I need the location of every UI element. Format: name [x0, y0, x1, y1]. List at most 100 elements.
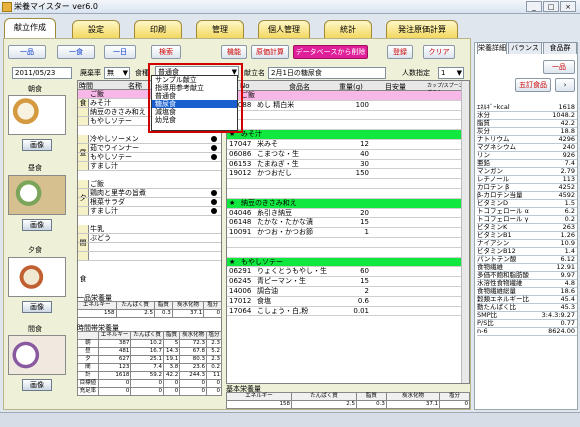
dot-icon	[211, 154, 217, 160]
meal-label-snack: 間食	[28, 325, 42, 333]
breakfast-image-button[interactable]: 画像	[22, 139, 52, 151]
table-row: 目標値 0 0 0 0 0	[77, 379, 223, 388]
people-select[interactable]: 1 ▼	[438, 67, 464, 79]
tab-food-group[interactable]: 食品群	[543, 42, 577, 54]
table-row[interactable]: 17064 こしょう・白,粉 0.01	[227, 307, 469, 317]
tab-statistics[interactable]: 統計	[324, 20, 372, 38]
basic-nutrition-table: エネルギー たんぱく質 脂質 炭水化物 塩分 158 2.5 0.3 37.1 0	[226, 392, 470, 409]
tab-settings[interactable]: 設定	[72, 20, 120, 38]
menu-name-label: 献立名	[244, 69, 265, 77]
date-field[interactable]: 2011/05/23	[12, 67, 72, 79]
nutrition-detail-table: ｴﾈﾙｷﾞｰkcal 1618 水分 1048.2 脂質 42.2 灰分 18.8 ナトリウム 4…	[477, 104, 577, 337]
title-bar: 栄養マイスター ver6.0 _ □ ×	[0, 0, 580, 14]
table-row[interactable]	[227, 120, 469, 131]
list-item[interactable]: 根菜サラダ	[78, 198, 221, 207]
table-row[interactable]	[227, 238, 469, 248]
table-row[interactable]: ★ 納豆のきさみ和え	[227, 198, 469, 209]
table-row[interactable]: 06291 りょくとうもやし・生 60	[227, 267, 469, 278]
list-item[interactable]: 茹でウインナー	[78, 144, 221, 153]
clear-button[interactable]: クリア	[423, 45, 455, 59]
list-item[interactable]: もやしソテー	[78, 153, 221, 162]
scrollbar[interactable]	[461, 81, 469, 383]
waste-label: 廃棄率	[80, 69, 101, 77]
table-row[interactable]: 10091 かつお・かつお節 1	[227, 228, 469, 238]
table-row[interactable]: ★ご飯	[227, 91, 469, 101]
table-row[interactable]: 14006 調合油 2	[227, 287, 469, 297]
food-table[interactable]: No 食品名 重量(g) 目安量 カップ/スプーン/グラム ★ご飯01088めし…	[226, 80, 470, 384]
status-bar	[0, 412, 580, 427]
table-row[interactable]: ★ みそ汁	[227, 130, 469, 140]
table-row: マグネシウム 240	[477, 143, 577, 153]
list-item[interactable]: ご飯	[78, 180, 221, 189]
table-row[interactable]: 19012 かつおだし 150	[227, 169, 469, 180]
chevron-down-icon: ▼	[122, 69, 128, 77]
list-item[interactable]: 冷やしソーメン	[78, 135, 221, 144]
function-button[interactable]: 機能	[221, 45, 247, 59]
window-title: 栄養マイスター ver6.0	[14, 2, 98, 11]
star-icon: ★	[229, 257, 236, 266]
tab-nutrition-detail[interactable]: 栄養詳細	[477, 42, 507, 54]
delete-from-db-button[interactable]: データベースから削除	[293, 45, 368, 59]
tab-menu-create[interactable]: 献立作成	[4, 18, 56, 39]
table-row[interactable]: 01088 めし 精白米 100	[227, 101, 469, 111]
list-item[interactable]: 牛乳	[78, 225, 221, 234]
table-row[interactable]	[227, 248, 469, 258]
list-item[interactable]: ぶどう	[78, 234, 221, 243]
table-row[interactable]	[227, 111, 469, 121]
snack-image-button[interactable]: 画像	[22, 379, 52, 391]
dot-icon	[211, 136, 217, 142]
people-value: 1	[441, 69, 446, 77]
table-row[interactable]	[227, 189, 469, 199]
close-button[interactable]: ×	[560, 1, 576, 12]
dinner-photo	[8, 257, 66, 297]
lunch-image-button[interactable]: 画像	[22, 219, 52, 231]
table-row[interactable]: 17012 食塩 0.6	[227, 297, 469, 307]
dot-icon	[211, 208, 217, 214]
meal-label-breakfast: 朝食	[28, 85, 42, 93]
tab-manage[interactable]: 管理	[196, 20, 244, 38]
app-icon	[2, 2, 12, 12]
table-row[interactable]: 06153 たまねぎ・生 30	[227, 160, 469, 170]
tab-order-cost[interactable]: 発注原価計算	[386, 20, 458, 38]
one-day-button[interactable]: 一日	[104, 45, 136, 59]
snack-photo	[8, 335, 66, 375]
tab-balance[interactable]: バランス	[508, 42, 542, 54]
maximize-button[interactable]: □	[543, 1, 559, 12]
waste-select[interactable]: 無 ▼	[104, 67, 130, 79]
table-row[interactable]: 06148 たかな・たかな漬 15	[227, 218, 469, 229]
time-nutrition-table: エネルギー たんぱく質 脂質 炭水化物 塩分 朝 387 10.2 5 72.3 2.3 昼 481…	[77, 331, 223, 396]
right-one-item-button[interactable]: 一品	[543, 60, 575, 74]
next-arrow-button[interactable]: ›	[555, 78, 575, 92]
dot-icon	[211, 145, 217, 151]
table-row[interactable]: 06086 こまつな・生 40	[227, 150, 469, 160]
list-item[interactable]: すまし汁	[78, 162, 221, 171]
table-row[interactable]: 06245 青ピーマン・生 15	[227, 277, 469, 287]
highlight-frame	[148, 63, 243, 133]
table-row[interactable]: ★ もやしソテー	[227, 257, 469, 268]
menu-group-lunch: 昼食 冷やしソーメン 茹でウインナー もやしソテー すまし汁	[78, 135, 221, 193]
star-icon: ★	[229, 198, 236, 207]
register-button[interactable]: 登録	[387, 45, 413, 59]
list-item[interactable]: すまし汁	[78, 207, 221, 216]
search-button[interactable]: 検索	[151, 45, 181, 59]
one-item-button[interactable]: 一品	[8, 45, 46, 59]
one-meal-button[interactable]: 一食	[57, 45, 95, 59]
dish-type-label: 食種	[135, 69, 149, 77]
food-table-header: No 食品名 重量(g) 目安量 カップ/スプーン/グラム	[227, 81, 469, 96]
meal-label-lunch: 昼食	[28, 164, 42, 172]
tab-print[interactable]: 印刷	[134, 20, 182, 38]
five-food-button[interactable]: 五訂食品	[515, 78, 551, 92]
dinner-image-button[interactable]: 画像	[22, 301, 52, 313]
table-row[interactable]: 04046 糸引き納豆 20	[227, 209, 469, 219]
table-row: リン 926	[477, 151, 577, 161]
table-row: 計 1618 59.2 42.2 244.3 11	[77, 371, 223, 380]
tab-personal[interactable]: 個人管理	[258, 20, 310, 38]
cost-calc-button[interactable]: 原価計算	[251, 45, 289, 59]
minimize-button[interactable]: _	[526, 1, 542, 12]
one-dish-nutrition-table: エネルギー たんぱく質 脂質 炭水化物 塩分 158 2.5 0.3 37.1 0	[77, 301, 222, 318]
menu-name-input[interactable]: 2月1日の糖尿食	[268, 67, 386, 79]
table-row[interactable]	[227, 179, 469, 189]
table-row[interactable]: 17047 米みそ 12	[227, 140, 469, 150]
list-item[interactable]: 鶏肉と里芋の旨煮	[78, 189, 221, 198]
dot-icon	[211, 190, 217, 196]
